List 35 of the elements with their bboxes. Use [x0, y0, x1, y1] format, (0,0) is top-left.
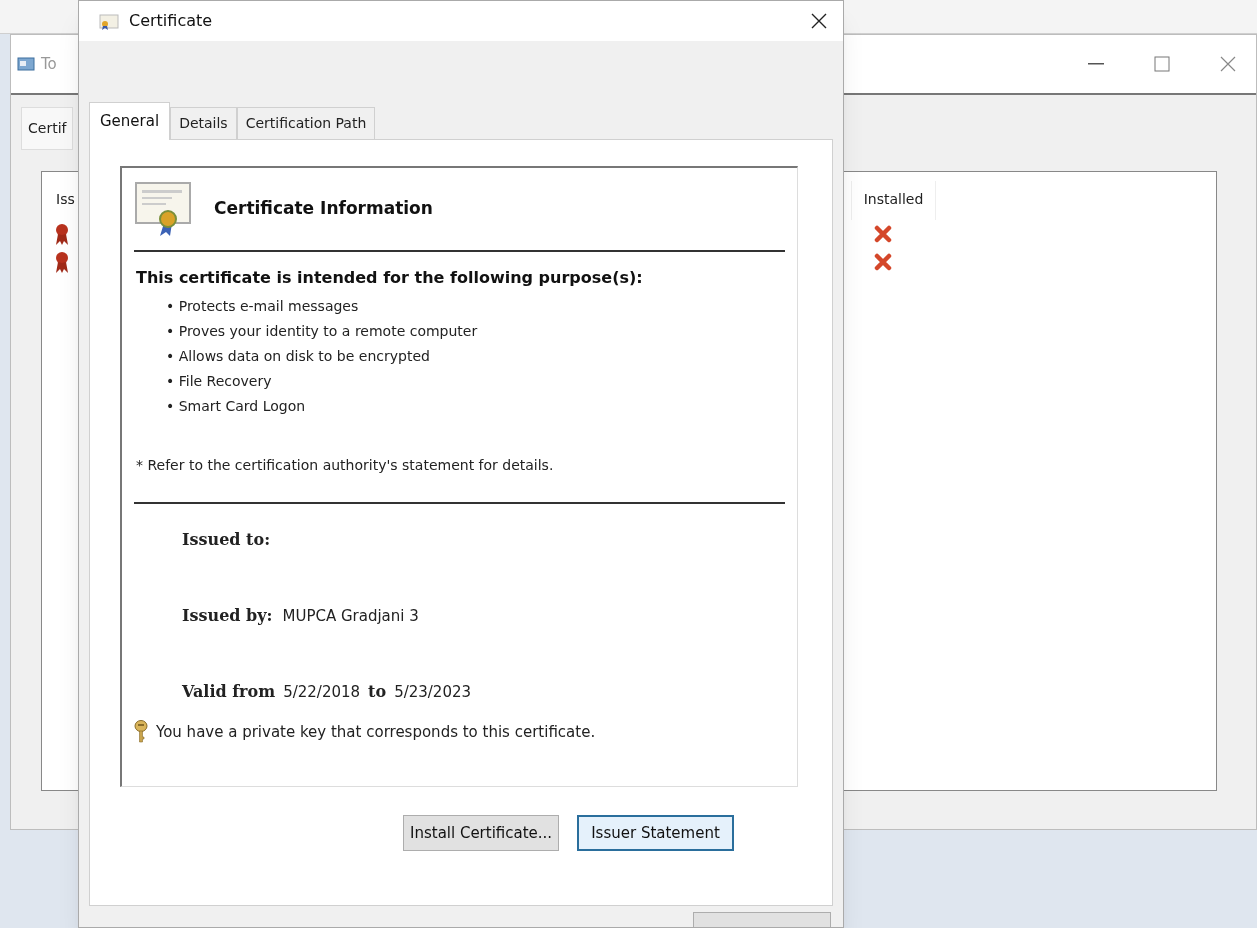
field-value: MUPCA Gradjani 3 [282, 606, 419, 627]
tab[interactable]: Details [170, 107, 237, 139]
window-icon [17, 56, 35, 72]
key-icon [134, 720, 148, 744]
key-note: You have a private key that corresponds to this certificate. [156, 721, 596, 743]
field-label: Issued to: [182, 530, 271, 549]
note-text: * Refer to the certification authority's statement for details. [136, 456, 555, 475]
purpose-item: • Smart Card Logon [166, 397, 307, 416]
certificate-icon [134, 181, 194, 237]
field-label: Issued by: [182, 605, 273, 627]
section-heading: Certificate Information [214, 197, 433, 221]
dialog-title: Certificate [129, 10, 213, 32]
column-header[interactable]: Installed [850, 181, 937, 220]
tab[interactable]: Certif [21, 107, 74, 150]
field-label: to [368, 681, 387, 703]
minimize-icon[interactable] [1088, 62, 1104, 66]
purpose-item: • Allows data on disk to be encrypted [166, 347, 431, 366]
column-header[interactable]: Iss [56, 189, 75, 220]
ribbon-icon [56, 223, 68, 245]
dialog-button[interactable]: Issuer Statement [577, 815, 734, 851]
field-value: 5/23/2023 [394, 682, 472, 703]
ribbon-icon [56, 251, 68, 273]
field-label: Valid from [182, 681, 276, 703]
purpose-heading: This certificate is intended for the following purpose(s): [136, 267, 644, 289]
purpose-item: • Proves your identity to a remote computer [166, 322, 479, 341]
tab[interactable]: Certification Path [236, 107, 376, 139]
dialog-button[interactable]: Install Certificate... [403, 815, 560, 851]
window-title: To [41, 53, 57, 75]
tab[interactable]: General [89, 102, 171, 140]
purpose-item: • Protects e-mail messages [166, 297, 360, 316]
field-value: 5/22/2018 [283, 682, 361, 703]
maximize-icon[interactable] [1154, 56, 1170, 72]
close-icon[interactable] [811, 13, 827, 29]
purpose-item: • File Recovery [166, 372, 273, 391]
certificate-icon [99, 12, 119, 30]
